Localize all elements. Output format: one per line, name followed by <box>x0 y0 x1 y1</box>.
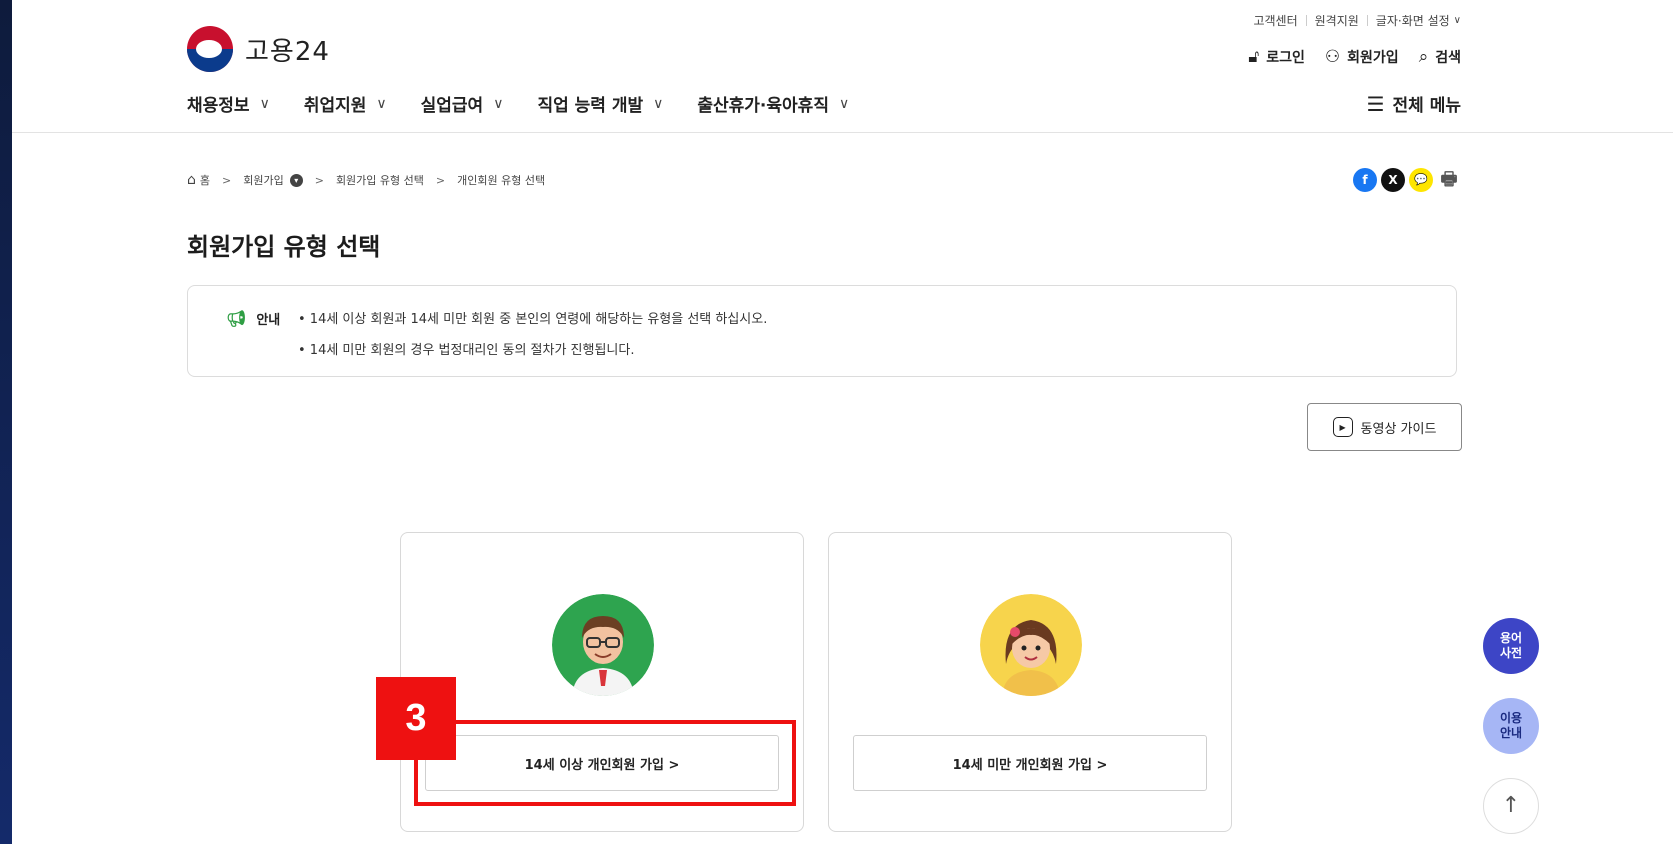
breadcrumb-home[interactable]: 홈 <box>200 172 210 188</box>
glossary-button[interactable]: 용어 사전 <box>1483 618 1539 674</box>
child-signup-button[interactable]: 14세 미만 개인회원 가입 > <box>853 735 1207 791</box>
chevron-down-icon: ∨ <box>259 95 270 112</box>
display-settings-link[interactable]: 글자·화면 설정 <box>1376 12 1450 29</box>
search-link[interactable]: ⌕ 검색 <box>1419 47 1461 67</box>
chevron-down-icon[interactable]: ▾ <box>289 173 303 187</box>
kakaotalk-icon[interactable]: 💬 <box>1409 168 1433 192</box>
play-icon: ▶ <box>1332 417 1353 437</box>
print-icon[interactable]: 🖶 <box>1437 168 1461 192</box>
all-menu-label: 전체 메뉴 <box>1392 96 1461 116</box>
chevron-down-icon[interactable]: ∨ <box>1454 15 1461 26</box>
all-menu-button[interactable]: ☰ 전체 메뉴 <box>1366 91 1461 117</box>
remote-support-link[interactable]: 원격지원 <box>1315 12 1359 29</box>
megaphone-icon: 📢︎ <box>226 309 247 328</box>
breadcrumb-current: 개인회원 유형 선택 <box>457 174 546 187</box>
chevron-down-icon: ∨ <box>493 95 504 112</box>
scroll-top-button[interactable]: ↑ <box>1483 778 1539 834</box>
utility-nav: 고객센터 원격지원 글자·화면 설정 ∨ <box>1253 12 1461 29</box>
breadcrumb: ⌂ 홈 > 회원가입 ▾ > 회원가입 유형 선택 > 개인회원 유형 선택 <box>187 172 545 188</box>
highlight-box <box>414 720 796 806</box>
signup-link[interactable]: ⚇ 회원가입 <box>1325 47 1399 67</box>
nav-item-unemployment-benefit[interactable]: 실업급여 ∨ <box>421 91 504 117</box>
nav-item-employment-support[interactable]: 취업지원 ∨ <box>304 91 387 117</box>
nav-item-skills-development[interactable]: 직업 능력 개발 ∨ <box>537 91 664 117</box>
breadcrumb-signup[interactable]: 회원가입 <box>243 172 283 188</box>
breadcrumb-separator: > <box>435 173 446 187</box>
child-member-card: 14세 미만 개인회원 가입 > <box>828 532 1232 832</box>
login-label: 로그인 <box>1266 50 1305 66</box>
nav-item-jobs[interactable]: 채용정보 ∨ <box>187 91 270 117</box>
breadcrumb-separator: > <box>314 173 324 187</box>
arrow-up-icon: ↑ <box>1501 793 1521 819</box>
chevron-down-icon: ∨ <box>838 95 850 112</box>
nav-item-parental-leave[interactable]: 출산휴가·육아휴직 ∨ <box>697 91 850 117</box>
notice-line: • 14세 미만 회원의 경우 법정대리인 동의 절차가 진행됩니다. <box>298 343 635 358</box>
customer-center-link[interactable]: 고객센터 <box>1253 12 1297 29</box>
step-number-badge: 3 <box>376 677 456 760</box>
add-user-icon: ⚇ <box>1324 47 1341 67</box>
logo-text: 고용24 <box>245 36 330 67</box>
video-guide-label: 동영상 가이드 <box>1360 421 1437 437</box>
login-link[interactable]: 🔓︎ 로그인 <box>1248 47 1305 67</box>
lock-icon: 🔓︎ <box>1248 47 1260 67</box>
usage-guide-button[interactable]: 이용 안내 <box>1483 698 1539 754</box>
child-avatar <box>980 594 1082 696</box>
share-buttons: f X 💬 🖶 <box>1353 168 1461 192</box>
page-title: 회원가입 유형 선택 <box>187 233 381 261</box>
divider <box>1305 15 1307 26</box>
chevron-down-icon: ∨ <box>653 95 664 112</box>
glossary-label: 용어 사전 <box>1499 631 1523 660</box>
search-label: 검색 <box>1435 50 1461 66</box>
notice-box: 📢︎ 안내 • 14세 이상 회원과 14세 미만 회원 중 본인의 연령에 해… <box>187 285 1457 377</box>
member-links: 🔓︎ 로그인 ⚇ 회원가입 ⌕ 검색 <box>1228 47 1461 67</box>
taegeuk-logo-icon <box>187 26 233 72</box>
signup-label: 회원가입 <box>1347 50 1399 66</box>
usage-guide-label: 이용 안내 <box>1499 711 1523 740</box>
x-icon[interactable]: X <box>1381 168 1405 192</box>
notice-line: • 14세 이상 회원과 14세 미만 회원 중 본인의 연령에 해당하는 유형… <box>298 312 768 327</box>
main-nav: 채용정보 ∨ 취업지원 ∨ 실업급여 ∨ 직업 능력 개발 ∨ 출산휴가·육아휴직 ∨ <box>187 91 883 117</box>
home-icon[interactable]: ⌂ <box>187 172 196 188</box>
chevron-down-icon: ∨ <box>376 95 387 112</box>
site-logo[interactable]: 고용24 <box>187 26 330 72</box>
breadcrumb-separator: > <box>222 173 232 187</box>
notice-label: 📢︎ 안내 <box>226 309 281 328</box>
divider <box>1366 15 1368 26</box>
facebook-icon[interactable]: f <box>1353 168 1377 192</box>
video-guide-button[interactable]: ▶ 동영상 가이드 <box>1307 403 1462 451</box>
header-divider <box>12 132 1673 133</box>
search-icon: ⌕ <box>1418 47 1429 67</box>
browser-page: 고객센터 원격지원 글자·화면 설정 ∨ 고용24 🔓︎ 로그인 ⚇ 회원가입 … <box>12 0 1673 844</box>
hamburger-icon: ☰ <box>1366 91 1385 116</box>
breadcrumb-signup-type[interactable]: 회원가입 유형 선택 <box>336 172 424 188</box>
adult-avatar <box>552 594 654 696</box>
